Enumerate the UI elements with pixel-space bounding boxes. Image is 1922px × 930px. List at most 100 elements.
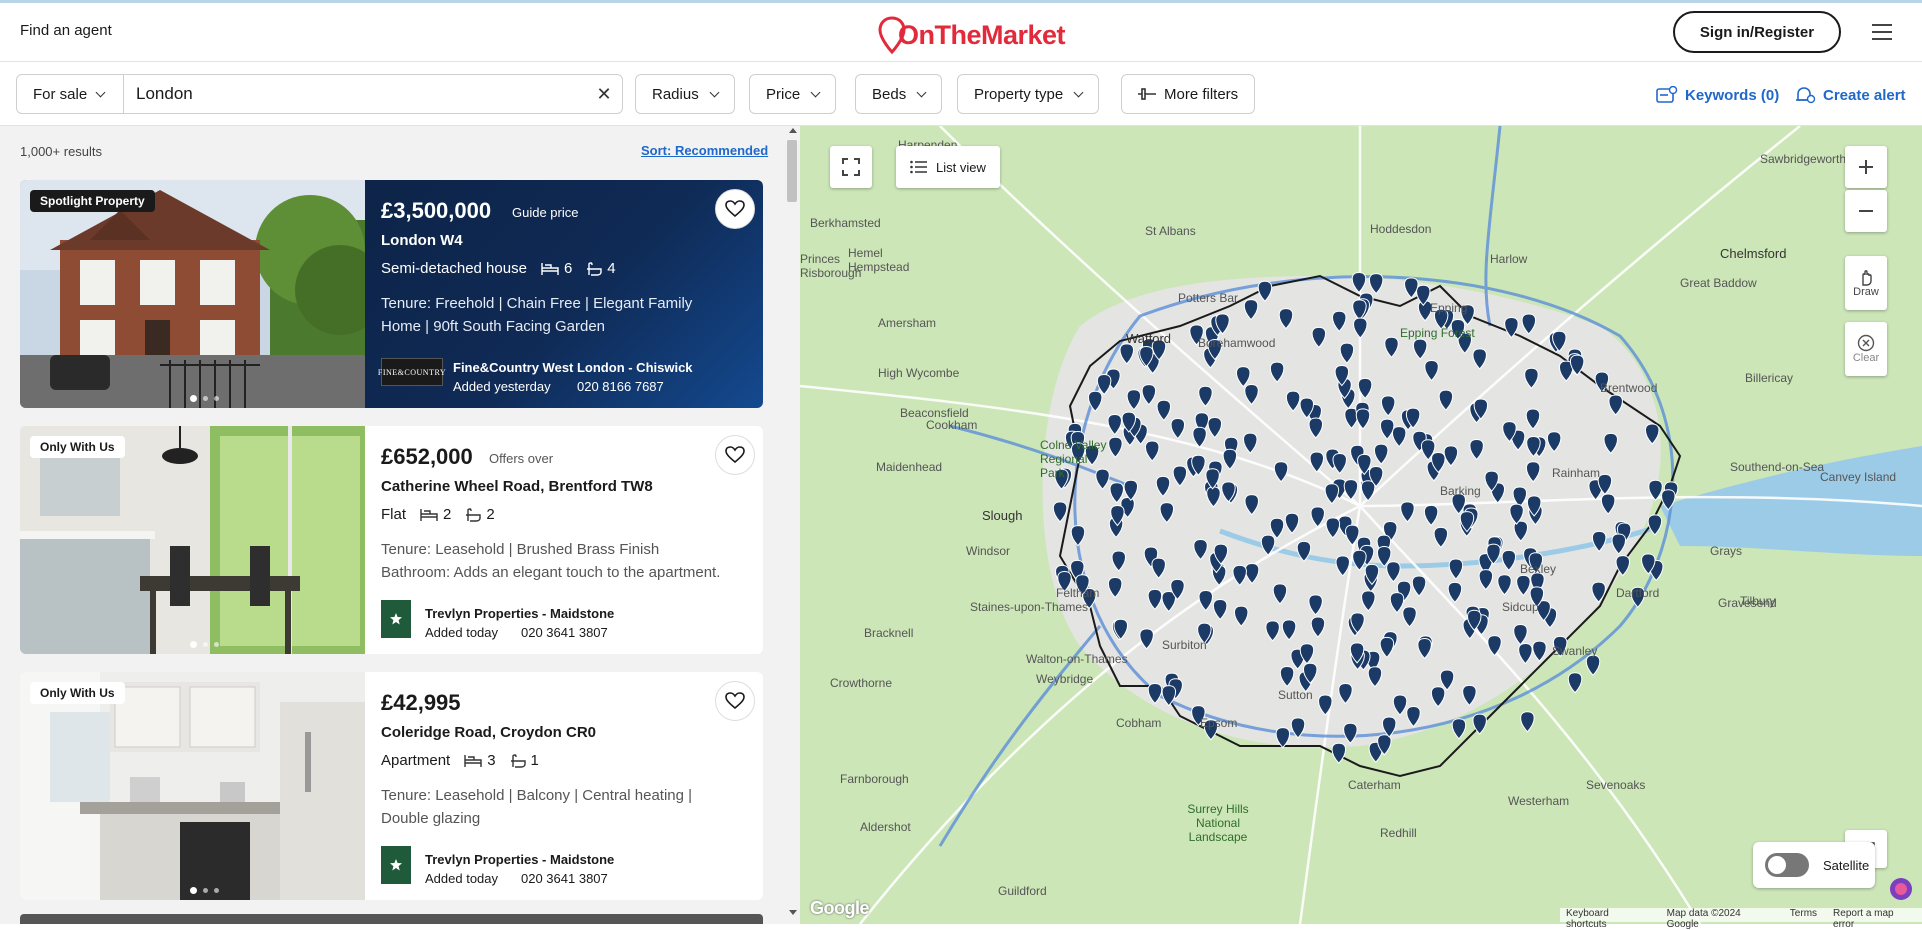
save-favourite-button[interactable] — [715, 189, 755, 229]
place-label: Potters Bar — [1178, 291, 1239, 305]
photo-carousel-dots[interactable] — [190, 395, 219, 402]
place-label: Bracknell — [864, 626, 914, 640]
agent-phone[interactable]: 020 8166 7687 — [577, 379, 664, 394]
results-count: 1,000+ results — [20, 144, 103, 159]
property-type-filter[interactable]: Property type — [957, 74, 1100, 114]
sort-link[interactable]: Sort: Recommended — [641, 143, 768, 158]
listing-address[interactable]: London W4 — [381, 232, 463, 249]
place-label: Borehamwood — [1198, 336, 1276, 350]
listing-card[interactable]: Only With Us £652,000 Offers over Cather… — [20, 426, 763, 654]
satellite-label: Satellite — [1823, 857, 1870, 873]
place-label: Watford — [1126, 331, 1172, 346]
place-label: Colne Valley Regional Park — [1040, 438, 1107, 480]
agent-logo — [381, 600, 411, 638]
listing-address[interactable]: Catherine Wheel Road, Brentford TW8 — [381, 478, 653, 495]
more-filters-button[interactable]: More filters — [1121, 74, 1256, 114]
fullscreen-button[interactable] — [830, 146, 872, 188]
list-view-button[interactable]: List view — [896, 146, 1000, 188]
agent-name[interactable]: Trevlyn Properties - Maidstone — [425, 852, 614, 867]
agent-logo — [381, 846, 411, 884]
radius-filter[interactable]: Radius — [635, 74, 735, 114]
scroll-down-arrow-icon[interactable] — [789, 910, 797, 915]
beds-filter[interactable]: Beds — [855, 74, 943, 114]
save-favourite-button[interactable] — [715, 681, 755, 721]
hamburger-menu-icon[interactable] — [1872, 24, 1892, 40]
zoom-out-button[interactable] — [1845, 190, 1887, 232]
house-photo-image — [20, 180, 365, 408]
logo-text: OnTheMarket — [898, 19, 1066, 50]
satellite-switch[interactable] — [1765, 853, 1809, 877]
scroll-up-arrow-icon[interactable] — [789, 128, 797, 133]
logo-pin-icon — [878, 16, 906, 55]
list-icon — [910, 160, 927, 174]
agent-name[interactable]: Fine&Country West London - Chiswick — [453, 360, 693, 375]
photo-carousel-dots[interactable] — [190, 641, 219, 648]
radius-filter-label: Radius — [652, 85, 699, 103]
photo-carousel-dots[interactable] — [190, 887, 219, 894]
keyboard-shortcuts-link[interactable]: Keyboard shortcuts — [1566, 908, 1651, 930]
listing-price: £3,500,000 — [381, 198, 492, 223]
save-favourite-button[interactable] — [715, 435, 755, 475]
clear-button[interactable]: Clear — [1845, 322, 1887, 376]
agent-name[interactable]: Trevlyn Properties - Maidstone — [425, 606, 614, 621]
price-filter[interactable]: Price — [749, 74, 837, 114]
google-logo[interactable]: Google — [810, 898, 870, 919]
chevron-down-icon — [916, 87, 927, 97]
place-label: Maidenhead — [876, 460, 943, 474]
place-label: Hoddesdon — [1370, 222, 1432, 236]
find-agent-link[interactable]: Find an agent — [20, 22, 112, 39]
place-label: Southend-on-Sea — [1730, 460, 1825, 474]
bed-icon — [420, 508, 438, 521]
property-specs: Flat 2 2 — [381, 506, 495, 523]
listing-type-select[interactable]: For sale — [17, 75, 124, 113]
place-label: Feltham — [1056, 586, 1100, 600]
bed-icon — [541, 262, 559, 275]
chevron-down-icon — [810, 87, 821, 97]
agent-phone[interactable]: 020 3641 3807 — [521, 625, 608, 640]
place-label: Staines-upon-Thames — [970, 600, 1089, 614]
search-bar: For sale ✕ Radius Price Beds Property ty… — [0, 62, 1922, 126]
color-wheel-icon[interactable] — [1888, 876, 1914, 902]
agent-logo-text: FINE&COUNTRY — [377, 367, 447, 377]
bedrooms-spec: 2 — [420, 506, 451, 523]
listing-photo[interactable]: Only With Us — [20, 426, 365, 654]
listing-address[interactable]: Coleridge Road, Croydon CR0 — [381, 724, 596, 741]
listing-price: £652,000 — [381, 444, 473, 469]
chevron-down-icon — [709, 87, 720, 97]
sliders-icon — [1138, 88, 1156, 100]
place-label: Walton-on-Thames — [1026, 652, 1128, 666]
listing-photo[interactable]: Only With Us — [20, 672, 365, 900]
place-label: Swanley — [1552, 644, 1598, 658]
listing-description: Tenure: Leasehold | Balcony | Central he… — [381, 787, 693, 827]
list-view-label: List view — [936, 159, 986, 175]
site-logo[interactable]: OnTheMarket — [878, 15, 1066, 55]
terms-link[interactable]: Terms — [1790, 908, 1817, 922]
report-map-error-link[interactable]: Report a map error — [1833, 908, 1916, 930]
place-label: Rainham — [1552, 466, 1601, 480]
satellite-toggle[interactable]: Satellite — [1753, 842, 1875, 888]
listing-card[interactable]: Only With Us £42,995 Coleridge Road, Cro… — [20, 672, 763, 900]
listing-photo[interactable]: Spotlight Property — [20, 180, 365, 408]
place-label: Epping Forest — [1400, 326, 1475, 340]
bedrooms-count: 2 — [443, 506, 452, 523]
zoom-in-button[interactable] — [1845, 146, 1887, 188]
agent-phone[interactable]: 020 3641 3807 — [521, 871, 608, 886]
place-label: Sawbridgeworth — [1760, 152, 1847, 166]
place-label: Sevenoaks — [1586, 778, 1646, 792]
listing-card[interactable]: Spotlight Property £3,500,000 Guide pric… — [20, 180, 763, 408]
place-label: Caterham — [1348, 778, 1401, 792]
added-date: Added yesterday — [453, 379, 551, 394]
apartment-kitchen-photo-image — [20, 672, 365, 900]
draw-button[interactable]: Draw — [1845, 256, 1887, 310]
clear-search-icon[interactable]: ✕ — [586, 84, 622, 105]
list-scrollbar[interactable] — [785, 126, 800, 924]
keywords-button[interactable]: Keywords (0) — [1656, 86, 1779, 104]
sign-in-register-button[interactable]: Sign in/Register — [1673, 11, 1841, 53]
star-logo-icon — [390, 859, 402, 871]
create-alert-button[interactable]: Create alert — [1794, 86, 1906, 104]
keywords-icon — [1656, 86, 1678, 103]
scrollbar-thumb[interactable] — [787, 140, 797, 202]
results-map[interactable]: Harpenden Sawbridgeworth Berkhamsted Hem… — [800, 126, 1922, 924]
location-input[interactable] — [124, 76, 586, 112]
place-label: Dartford — [1616, 586, 1660, 600]
